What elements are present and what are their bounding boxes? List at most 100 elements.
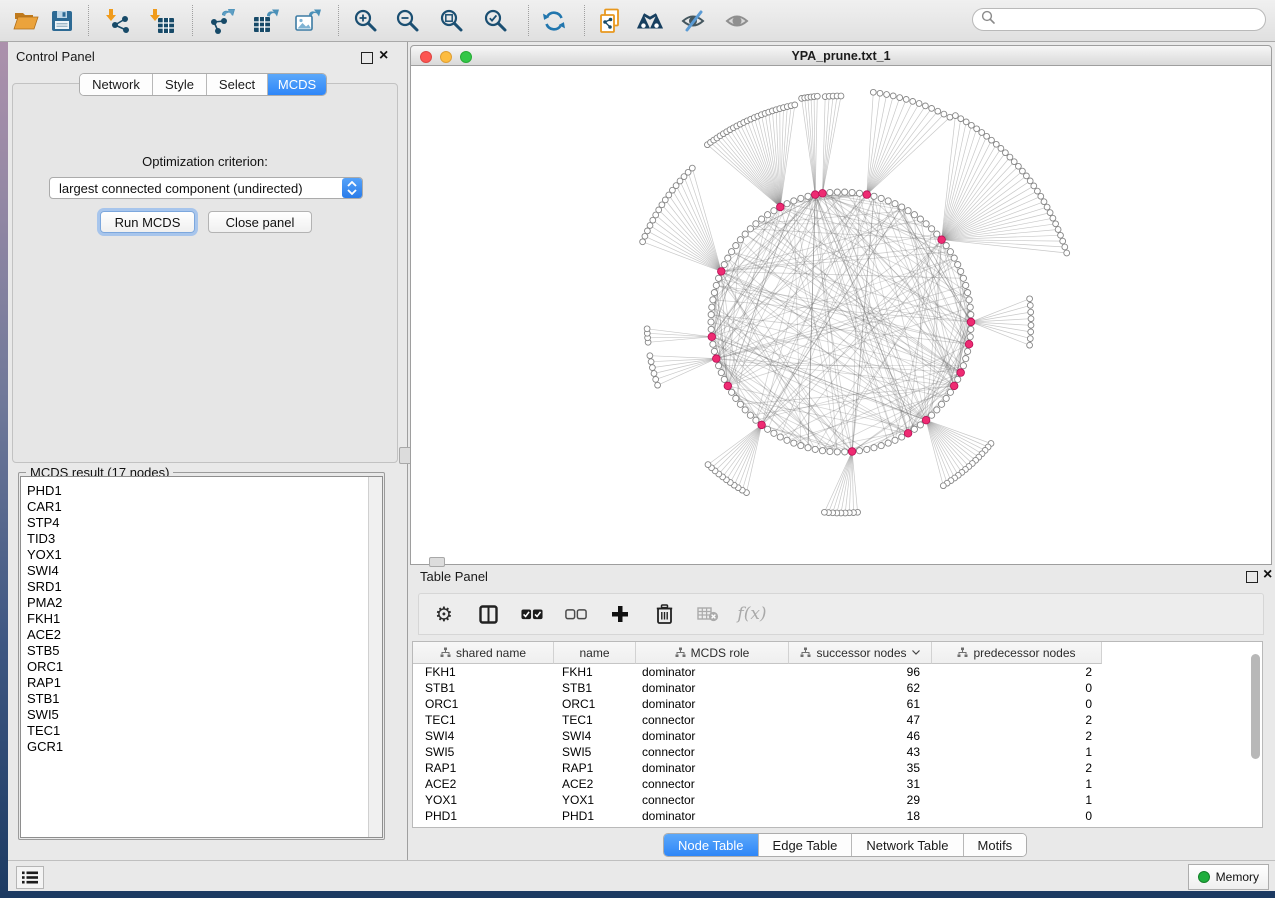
network-node[interactable]: [892, 201, 898, 207]
network-node[interactable]: [947, 249, 953, 255]
zoom-in-icon[interactable]: [352, 7, 380, 35]
search-input[interactable]: [1001, 12, 1265, 28]
network-node[interactable]: [713, 282, 719, 288]
tab-node-table[interactable]: Node Table: [664, 834, 759, 856]
network-node[interactable]: [765, 426, 771, 432]
table-row[interactable]: RAP1RAP1dominator352: [413, 760, 1262, 776]
network-node[interactable]: [947, 114, 953, 120]
network-node[interactable]: [998, 146, 1004, 152]
network-node[interactable]: [1058, 232, 1064, 238]
network-node[interactable]: [771, 430, 777, 436]
network-node[interactable]: [969, 122, 975, 128]
tab-motifs[interactable]: Motifs: [964, 834, 1027, 856]
first-neighbors-icon[interactable]: [636, 7, 664, 35]
mcds-result-item[interactable]: TEC1: [21, 723, 368, 739]
network-mcds-node[interactable]: [904, 430, 912, 438]
network-node[interactable]: [979, 130, 985, 136]
column-header-shared-name[interactable]: shared name: [413, 642, 554, 664]
network-node[interactable]: [877, 90, 883, 96]
network-node[interactable]: [897, 95, 903, 101]
mcds-result-item[interactable]: SWI4: [21, 563, 368, 579]
network-node[interactable]: [929, 226, 935, 232]
network-node[interactable]: [842, 449, 848, 455]
network-node[interactable]: [792, 102, 798, 108]
mcds-result-item[interactable]: GCR1: [21, 739, 368, 755]
network-node[interactable]: [951, 255, 957, 261]
network-node[interactable]: [771, 208, 777, 214]
add-column-icon[interactable]: [609, 603, 631, 625]
network-node[interactable]: [747, 226, 753, 232]
network-node[interactable]: [721, 262, 727, 268]
table-row[interactable]: ACE2ACE2connector311: [413, 776, 1262, 792]
network-node[interactable]: [1038, 193, 1044, 199]
status-list-button[interactable]: [16, 866, 44, 889]
network-mcds-node[interactable]: [811, 191, 819, 199]
table-row[interactable]: PHD1PHD1dominator180: [413, 808, 1262, 824]
network-node[interactable]: [958, 116, 964, 122]
network-mcds-node[interactable]: [848, 448, 856, 456]
network-mcds-node[interactable]: [819, 190, 827, 198]
network-node[interactable]: [1027, 336, 1033, 342]
network-node[interactable]: [640, 239, 646, 245]
network-node[interactable]: [1055, 227, 1061, 233]
network-node[interactable]: [890, 93, 896, 99]
network-node[interactable]: [1028, 329, 1034, 335]
network-node[interactable]: [989, 137, 995, 143]
settings-gear-icon[interactable]: ⚙: [433, 603, 455, 625]
network-node[interactable]: [827, 189, 833, 195]
network-node[interactable]: [1044, 204, 1050, 210]
network-node[interactable]: [939, 401, 945, 407]
network-node[interactable]: [960, 275, 966, 281]
network-node[interactable]: [1027, 178, 1033, 184]
network-mcds-node[interactable]: [950, 382, 958, 390]
network-node[interactable]: [791, 198, 797, 204]
network-node[interactable]: [777, 434, 783, 440]
network-node[interactable]: [943, 395, 949, 401]
network-node[interactable]: [648, 359, 654, 365]
network-node[interactable]: [798, 443, 804, 449]
network-node[interactable]: [885, 198, 891, 204]
table-row[interactable]: SWI5SWI5connector431: [413, 744, 1262, 760]
network-node[interactable]: [747, 412, 753, 418]
network-node[interactable]: [965, 348, 971, 354]
float-window-icon[interactable]: [361, 52, 373, 64]
network-node[interactable]: [737, 237, 743, 243]
network-node[interactable]: [1064, 250, 1070, 256]
network-node[interactable]: [899, 204, 905, 210]
mcds-result-list[interactable]: PHD1CAR1STP4TID3YOX1SWI4SRD1PMA2FKH1ACE2…: [20, 476, 383, 838]
network-node[interactable]: [870, 89, 876, 95]
network-node[interactable]: [1047, 210, 1053, 216]
select-all-icon[interactable]: [521, 603, 543, 625]
mcds-result-item[interactable]: YOX1: [21, 547, 368, 563]
network-node[interactable]: [655, 382, 661, 388]
column-header-successor-nodes[interactable]: successor nodes: [789, 642, 932, 664]
network-node[interactable]: [929, 106, 935, 112]
network-mcds-node[interactable]: [708, 333, 716, 341]
network-node[interactable]: [1027, 303, 1033, 309]
run-mcds-button[interactable]: Run MCDS: [100, 211, 195, 233]
network-node[interactable]: [819, 448, 825, 454]
network-node[interactable]: [729, 389, 735, 395]
network-node[interactable]: [733, 395, 739, 401]
network-node[interactable]: [834, 189, 840, 195]
table-row[interactable]: STB1STB1dominator620: [413, 680, 1262, 696]
network-node[interactable]: [917, 422, 923, 428]
network-node[interactable]: [923, 221, 929, 227]
network-node[interactable]: [718, 370, 724, 376]
import-table-icon[interactable]: [148, 7, 176, 35]
network-node[interactable]: [708, 319, 714, 325]
network-node[interactable]: [1062, 244, 1068, 250]
network-node[interactable]: [642, 233, 648, 239]
network-mcds-node[interactable]: [713, 355, 721, 363]
network-node[interactable]: [884, 92, 890, 98]
network-node[interactable]: [885, 440, 891, 446]
mcds-result-item[interactable]: PMA2: [21, 595, 368, 611]
network-node[interactable]: [892, 437, 898, 443]
network-node[interactable]: [1024, 173, 1030, 179]
network-node[interactable]: [955, 262, 961, 268]
close-panel-button[interactable]: Close panel: [208, 211, 312, 233]
network-node[interactable]: [737, 401, 743, 407]
network-node[interactable]: [905, 208, 911, 214]
network-node[interactable]: [871, 445, 877, 451]
column-chooser-icon[interactable]: [477, 603, 499, 625]
